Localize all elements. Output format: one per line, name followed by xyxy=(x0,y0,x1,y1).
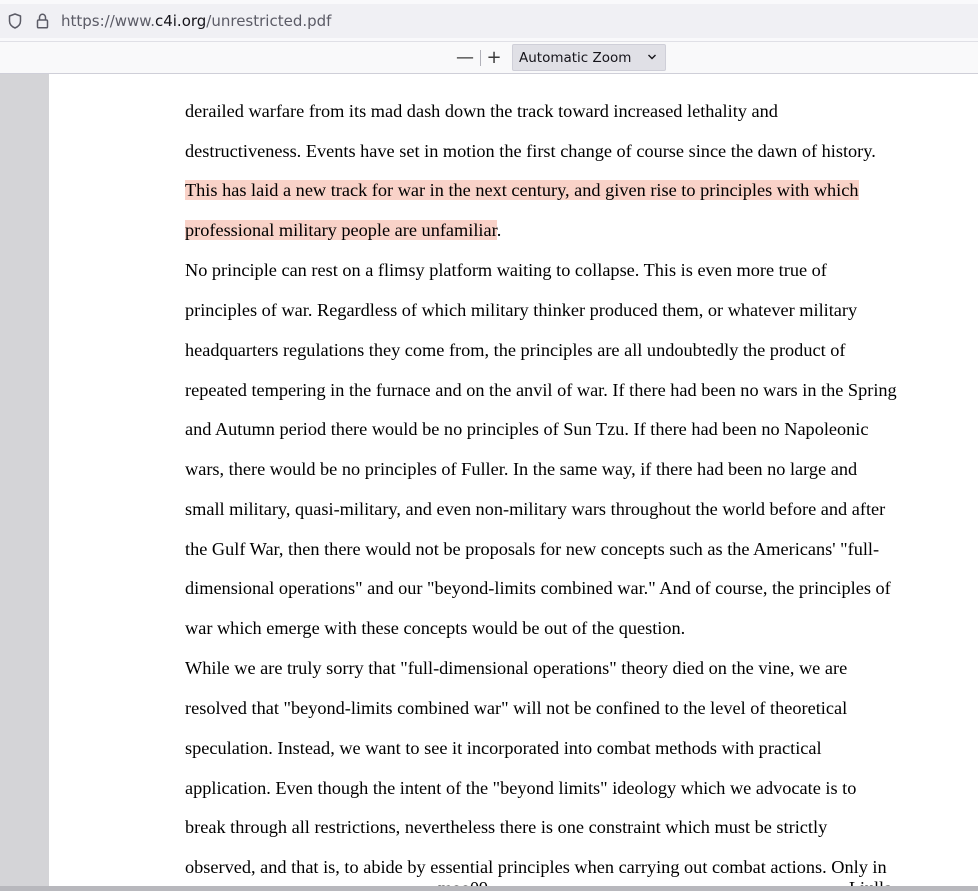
text-line: While we are truly sorry that "full-dime… xyxy=(185,658,848,678)
text-line: principles of war. Regardless of which m… xyxy=(185,300,858,320)
zoom-select-value: Automatic Zoom xyxy=(519,50,632,66)
pdf-viewer-container[interactable]: derailed warfare from its mad dash down … xyxy=(0,74,978,891)
highlighted-text[interactable]: professional military people are unfamil… xyxy=(185,220,497,240)
text-line: professional military people are unfamil… xyxy=(185,217,501,243)
text-line: application. Even though the intent of t… xyxy=(185,778,857,798)
text-line: break through all restrictions, neverthe… xyxy=(185,817,828,837)
text-line: No principle can rest on a flimsy platfo… xyxy=(185,260,827,280)
lock-icon[interactable] xyxy=(36,13,49,29)
text-line: resolved that "beyond-limits combined wa… xyxy=(185,698,848,718)
tracking-protection-shield-icon[interactable] xyxy=(8,13,22,29)
chevron-down-icon xyxy=(648,54,656,60)
text-line: war which emerge with these concepts wou… xyxy=(185,618,686,638)
browser-toolbar: https://www.c4i.org/unrestricted.pdf xyxy=(0,0,978,42)
url-prefix: https://www. xyxy=(61,12,155,30)
highlighted-text[interactable]: This has laid a new track for war in the… xyxy=(185,180,859,200)
text-line: repeated tempering in the furnace and on… xyxy=(185,380,897,400)
zoom-select[interactable]: Automatic Zoom xyxy=(512,44,666,71)
text-line: wars, there would be no principles of Fu… xyxy=(185,459,858,479)
zoom-out-button[interactable]: — xyxy=(455,46,475,70)
text-line: This has laid a new track for war in the… xyxy=(185,177,859,203)
url-path: /unrestricted.pdf xyxy=(206,12,332,30)
pdf-viewer-toolbar: — + Automatic Zoom xyxy=(0,42,978,74)
horizontal-scrollbar[interactable] xyxy=(0,886,978,891)
zoom-separator xyxy=(480,50,481,66)
text-line: speculation. Instead, we want to see it … xyxy=(185,738,822,758)
text-line: small military, quasi-military, and even… xyxy=(185,499,886,519)
text-line: observed, and that is, to abide by essen… xyxy=(185,857,887,877)
url-text[interactable]: https://www.c4i.org/unrestricted.pdf xyxy=(61,12,331,30)
text-line: dimensional operations" and our "beyond-… xyxy=(185,578,891,598)
text-line: destructiveness. Events have set in moti… xyxy=(185,141,876,161)
sentence-period: . xyxy=(496,220,502,240)
address-bar[interactable]: https://www.c4i.org/unrestricted.pdf xyxy=(0,4,978,38)
text-line: derailed warfare from its mad dash down … xyxy=(185,101,778,121)
text-line: headquarters regulations they come from,… xyxy=(185,340,846,360)
text-line: and Autumn period there would be no prin… xyxy=(185,419,869,439)
url-host: c4i.org xyxy=(154,12,207,30)
text-line: the Gulf War, then there would not be pr… xyxy=(185,539,880,559)
zoom-in-button[interactable]: + xyxy=(484,46,504,70)
pdf-page: derailed warfare from its mad dash down … xyxy=(49,74,978,891)
